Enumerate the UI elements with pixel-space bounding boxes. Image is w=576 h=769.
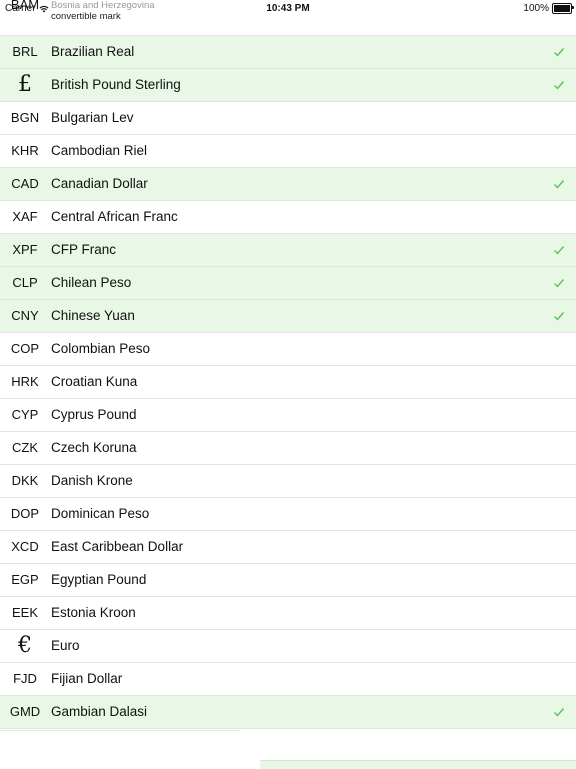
currency-name: Central African Franc [51,209,178,224]
currency-row[interactable]: COP Colombian Peso [0,333,576,366]
currency-name: Croatian Kuna [51,374,138,389]
currency-code: CAD [11,176,39,191]
currency-name: Euro [51,638,80,653]
currency-row[interactable]: GMD Gambian Dalasi [0,696,576,729]
currency-code: GMD [9,704,41,719]
currency-name: Czech Koruna [51,440,137,455]
currency-code: € [18,633,32,658]
currency-code: BGN [10,110,40,125]
currency-code: XAF [12,209,38,224]
currency-row[interactable]: CYP Cyprus Pound [0,399,576,432]
currency-name: Egyptian Pound [51,572,147,587]
currency-name: CFP Franc [51,242,117,257]
checkmark-icon [554,48,565,57]
currency-name: Estonia Kroon [51,605,136,620]
currency-name: Cyprus Pound [51,407,137,422]
currency-name: Dominican Peso [51,506,150,521]
checkmark-icon [554,180,565,189]
currency-name: Colombian Peso [51,341,151,356]
currency-code: CNY [11,308,39,323]
currency-code: EEK [11,605,38,620]
currency-code: XCD [11,539,39,554]
currency-row[interactable]: CAD Canadian Dollar [0,168,576,201]
currency-code: HRK [11,374,39,389]
checkmark-icon [554,246,565,255]
currency-row[interactable]: EGP Egyptian Pound [0,564,576,597]
currency-row[interactable]: CZK Czech Koruna [0,432,576,465]
status-bar: Carrier 10:43 PM 100% [0,0,576,16]
currency-name: Canadian Dollar [51,176,148,191]
checkmark-icon [554,708,565,717]
currency-row[interactable]: DOP Dominican Peso [0,498,576,531]
currency-name: Bulgarian Lev [51,110,134,125]
currency-row[interactable]: XAF Central African Franc [0,201,576,234]
currency-code: £ [18,72,32,97]
currency-code: CLP [12,275,38,290]
currency-name: Cambodian Riel [51,143,148,158]
checkmark-icon [554,279,565,288]
currency-name: Brazilian Real [51,44,135,59]
currency-code: COP [10,341,40,356]
checkmark-icon [554,312,565,321]
currency-row[interactable]: FJD Fijian Dollar [0,663,576,696]
currency-code: DOP [10,506,40,521]
currency-name: Fijian Dollar [51,671,123,686]
currency-row[interactable]: BGN Bulgarian Lev [0,102,576,135]
status-time: 10:43 PM [266,3,310,14]
list-separator [0,730,240,731]
currency-row[interactable]: CNY Chinese Yuan [0,300,576,333]
currency-name: British Pound Sterling [51,77,181,92]
battery-icon [552,3,574,14]
currency-name: Chinese Yuan [51,308,135,323]
checkmark-icon [554,81,565,90]
battery-indicator: 100% [523,3,574,14]
currency-name: East Caribbean Dollar [51,539,184,554]
currency-code: CYP [11,407,39,422]
currency-row[interactable]: XCD East Caribbean Dollar [0,531,576,564]
currency-row[interactable]: € Euro [0,630,576,663]
currency-row[interactable]: EEK Estonia Kroon [0,597,576,630]
currency-row[interactable]: KHR Cambodian Riel [0,135,576,168]
currency-list[interactable]: BAM Bosnia and Herzegovina convertible m… [0,0,576,729]
currency-row[interactable]: DKK Danish Krone [0,465,576,498]
currency-code: BRL [12,44,38,59]
currency-row[interactable]: CLP Chilean Peso [0,267,576,300]
currency-name: Danish Krone [51,473,133,488]
currency-code: XPF [12,242,38,257]
currency-code: DKK [11,473,39,488]
currency-code: KHR [11,143,39,158]
currency-row[interactable]: £ British Pound Sterling [0,69,576,102]
currency-name: Gambian Dalasi [51,704,148,719]
currency-code: FJD [13,671,37,686]
battery-percent: 100% [523,3,549,14]
currency-row[interactable]: HRK Croatian Kuna [0,366,576,399]
currency-row[interactable]: XPF CFP Franc [0,234,576,267]
currency-name: Chilean Peso [51,275,132,290]
currency-code: EGP [11,572,39,587]
currency-code: CZK [12,440,38,455]
currency-row[interactable]: BRL Brazilian Real [0,36,576,69]
